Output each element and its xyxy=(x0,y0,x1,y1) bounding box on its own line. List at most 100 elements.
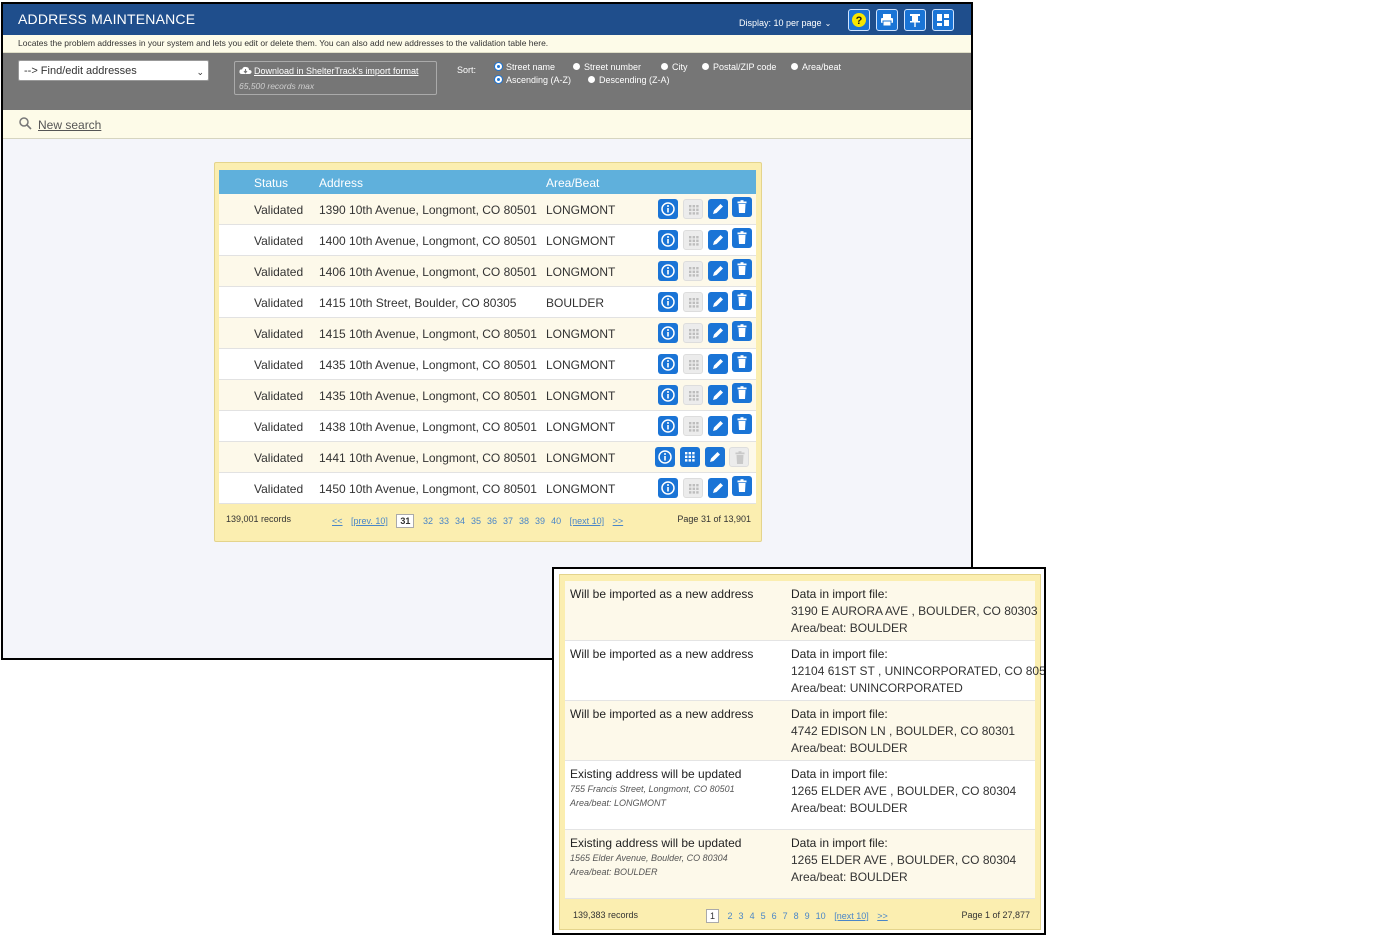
info-button[interactable] xyxy=(658,478,678,498)
page-link[interactable]: 39 xyxy=(535,516,545,526)
import-last-page-link[interactable]: >> xyxy=(877,911,888,921)
grid-button[interactable] xyxy=(683,199,703,219)
page-link[interactable]: 37 xyxy=(503,516,513,526)
import-page-of-total: Page 1 of 27,877 xyxy=(961,910,1030,920)
import-data-area-beat: Area/beat: BOULDER xyxy=(791,870,908,884)
edit-button[interactable] xyxy=(708,292,728,312)
page-link[interactable]: 5 xyxy=(761,911,766,921)
download-import-format-link[interactable]: Download in ShelterTrack's import format xyxy=(239,66,418,76)
existing-address: 1565 Elder Avenue, Boulder, CO 80304 xyxy=(570,853,728,863)
edit-button[interactable] xyxy=(708,323,728,343)
sort-street-number-radio[interactable]: Street number xyxy=(573,62,641,72)
edit-button[interactable] xyxy=(708,385,728,405)
page-link[interactable]: 8 xyxy=(794,911,799,921)
grid-button[interactable] xyxy=(680,447,700,467)
page-link[interactable]: 2 xyxy=(728,911,733,921)
delete-button[interactable] xyxy=(732,476,752,496)
table-row: Validated 1438 10th Avenue, Longmont, CO … xyxy=(219,411,756,442)
trash-icon xyxy=(737,417,747,430)
page-link[interactable]: 35 xyxy=(471,516,481,526)
layout-button[interactable] xyxy=(932,9,954,31)
page-link[interactable]: 34 xyxy=(455,516,465,526)
find-edit-select[interactable]: --> Find/edit addresses ⌄ xyxy=(18,60,209,81)
info-button[interactable] xyxy=(658,292,678,312)
edit-button[interactable] xyxy=(708,416,728,436)
delete-button[interactable] xyxy=(732,352,752,372)
grid-button[interactable] xyxy=(683,478,703,498)
edit-button[interactable] xyxy=(708,261,728,281)
delete-button[interactable] xyxy=(732,197,752,217)
delete-button[interactable] xyxy=(732,383,752,403)
grid-button[interactable] xyxy=(683,261,703,281)
page-link[interactable]: 36 xyxy=(487,516,497,526)
page-link[interactable]: 4 xyxy=(750,911,755,921)
info-button[interactable] xyxy=(658,261,678,281)
import-data-address: 3190 E AURORA AVE , BOULDER, CO 80303 xyxy=(791,604,1038,618)
info-button[interactable] xyxy=(658,354,678,374)
pin-button[interactable] xyxy=(904,9,926,31)
delete-button[interactable] xyxy=(732,259,752,279)
grid-button[interactable] xyxy=(683,416,703,436)
grid-button[interactable] xyxy=(683,323,703,343)
info-button[interactable] xyxy=(658,230,678,250)
edit-button[interactable] xyxy=(708,478,728,498)
info-button[interactable] xyxy=(658,416,678,436)
info-button[interactable] xyxy=(658,385,678,405)
delete-button[interactable] xyxy=(732,228,752,248)
delete-button[interactable] xyxy=(729,447,749,467)
column-area-beat[interactable]: Area/Beat xyxy=(546,176,599,190)
sort-area-radio[interactable]: Area/beat xyxy=(791,62,841,72)
new-search-link[interactable]: New search xyxy=(38,118,101,132)
grid-button[interactable] xyxy=(683,230,703,250)
layout-icon xyxy=(937,14,949,26)
delete-button[interactable] xyxy=(732,290,752,310)
column-address[interactable]: Address xyxy=(319,176,363,190)
edit-button[interactable] xyxy=(708,354,728,374)
edit-button[interactable] xyxy=(708,230,728,250)
pencil-icon xyxy=(713,390,723,400)
page-link[interactable]: 3 xyxy=(739,911,744,921)
radio-icon xyxy=(573,63,580,70)
delete-button[interactable] xyxy=(732,414,752,434)
cloud-download-icon xyxy=(239,66,252,74)
last-page-link[interactable]: >> xyxy=(613,516,624,526)
column-status[interactable]: Status xyxy=(254,176,288,190)
grid-button[interactable] xyxy=(683,385,703,405)
sort-descending-radio[interactable]: Descending (Z-A) xyxy=(588,75,670,85)
first-page-link[interactable]: << xyxy=(332,516,343,526)
display-per-page-select[interactable]: Display: 10 per page ⌄ xyxy=(739,18,831,28)
import-page-links: 1 2 3 4 5 6 7 8 9 10 [next 10] >> xyxy=(706,909,894,923)
sort-city-radio[interactable]: City xyxy=(661,62,688,72)
prev-10-link[interactable]: [prev. 10] xyxy=(351,516,388,526)
import-data-address: 1265 ELDER AVE , BOULDER, CO 80304 xyxy=(791,853,1017,867)
info-icon xyxy=(661,264,675,278)
delete-button[interactable] xyxy=(732,321,752,341)
row-status: Validated xyxy=(254,451,304,465)
info-button[interactable] xyxy=(658,199,678,219)
page-link[interactable]: 33 xyxy=(439,516,449,526)
sort-ascending-radio[interactable]: Ascending (A-Z) xyxy=(495,75,571,85)
page-link[interactable]: 7 xyxy=(783,911,788,921)
edit-button[interactable] xyxy=(708,199,728,219)
page-link[interactable]: 9 xyxy=(805,911,810,921)
page-link[interactable]: 40 xyxy=(551,516,561,526)
page-link[interactable]: 6 xyxy=(772,911,777,921)
info-button[interactable] xyxy=(655,447,675,467)
page-link[interactable]: 32 xyxy=(423,516,433,526)
import-data-area-beat: Area/beat: BOULDER xyxy=(791,801,908,815)
info-icon xyxy=(661,295,675,309)
sort-postal-radio[interactable]: Postal/ZIP code xyxy=(702,62,776,72)
page-link[interactable]: 38 xyxy=(519,516,529,526)
import-next-10-link[interactable]: [next 10] xyxy=(834,911,869,921)
edit-button[interactable] xyxy=(705,447,725,467)
grid-button[interactable] xyxy=(683,354,703,374)
page-link[interactable]: 10 xyxy=(816,911,826,921)
grid-button[interactable] xyxy=(683,292,703,312)
help-button[interactable]: ? xyxy=(848,9,870,31)
print-button[interactable] xyxy=(876,9,898,31)
existing-area-beat: Area/beat: BOULDER xyxy=(570,867,658,877)
row-address: 1415 10th Street, Boulder, CO 80305 xyxy=(319,296,517,310)
next-10-link[interactable]: [next 10] xyxy=(570,516,605,526)
info-button[interactable] xyxy=(658,323,678,343)
sort-street-name-radio[interactable]: Street name xyxy=(495,62,555,72)
